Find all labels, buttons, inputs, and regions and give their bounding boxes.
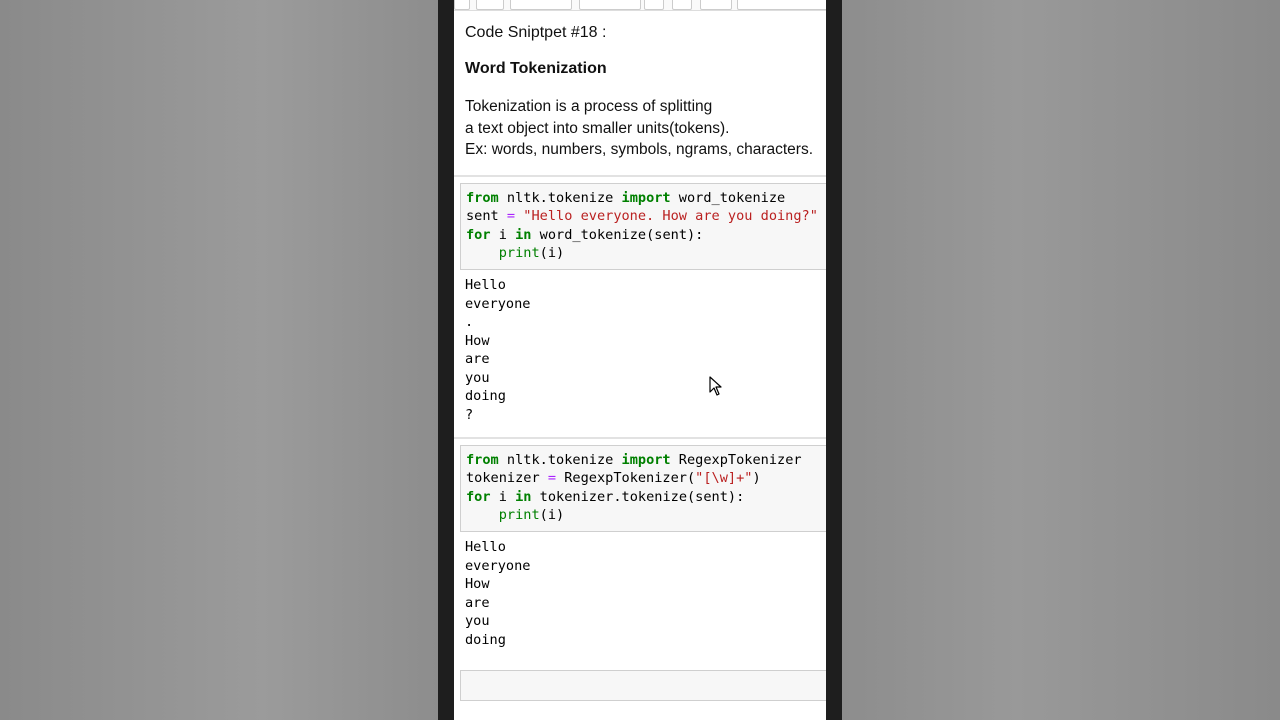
cut-button[interactable] — [476, 0, 504, 10]
cell-1-output: Hello everyone . How are you doing ? — [465, 276, 530, 424]
code-token: RegexpTokenizer( — [556, 470, 696, 487]
output-line: doing — [465, 388, 506, 404]
code-token: "Hello everyone. How are you doing?" — [515, 208, 818, 225]
code-token: for — [466, 488, 491, 505]
code-token: in — [515, 488, 532, 505]
code-token: = — [506, 208, 516, 225]
output-line: How — [465, 576, 490, 592]
paragraph-line: a text object into smaller units(tokens)… — [465, 119, 730, 137]
code-token: from — [466, 190, 499, 206]
code-token: ) — [752, 470, 761, 487]
snippet-label: Code Sniptpet #18 : — [465, 24, 607, 41]
code-token: sent — [466, 208, 507, 225]
code-token: word_tokenize — [670, 190, 786, 206]
markdown-title: Word Tokenization — [465, 60, 607, 77]
output-line: are — [465, 351, 490, 367]
paragraph-line: Ex: words, numbers, symbols, ngrams, cha… — [465, 141, 814, 158]
notebook-toolbar — [454, 0, 826, 11]
cell-divider — [454, 437, 826, 439]
restart-button[interactable] — [672, 0, 692, 10]
empty-code-cell[interactable] — [460, 670, 826, 701]
stop-button[interactable] — [644, 0, 664, 10]
notebook-screen: Code Sniptpet #18 : Word Tokenization To… — [454, 0, 826, 720]
output-line: . — [465, 314, 474, 330]
code-token: print — [498, 244, 540, 261]
output-line: Hello — [465, 277, 506, 293]
paragraph-line: Tokenization is a process of splitting — [465, 98, 713, 115]
output-line: are — [465, 594, 490, 611]
blurred-background-right — [842, 0, 1280, 720]
code-token: print — [498, 506, 540, 523]
output-line: everyone — [465, 295, 531, 312]
code-token: nltk.tokenize — [498, 452, 622, 468]
code-cell-1[interactable]: from nltk.tokenize import word_tokenize … — [460, 183, 826, 270]
output-line: How — [465, 332, 490, 349]
code-token: (i) — [539, 244, 565, 261]
restart-run-button[interactable] — [700, 0, 732, 10]
output-line: you — [465, 613, 490, 629]
output-line: Hello — [465, 539, 506, 555]
code-token: nltk.tokenize — [498, 190, 622, 206]
code-token: tokenizer.tokenize(sent): — [531, 488, 745, 505]
code-token: for — [466, 226, 491, 243]
mouse-cursor-icon — [709, 376, 722, 396]
output-line: you — [465, 369, 490, 386]
code-token: i — [490, 488, 516, 505]
code-token: import — [621, 452, 671, 468]
code-cell-2[interactable]: from nltk.tokenize import RegexpTokenize… — [460, 445, 826, 532]
code-token: "[\w]+" — [695, 470, 753, 487]
cell-2-output: Hello everyone How are you doing — [465, 538, 530, 649]
code-token: in — [515, 226, 532, 243]
blurred-background-left — [0, 0, 438, 720]
markdown-paragraph: Tokenization is a process of splitting a… — [465, 96, 813, 161]
cell-type-select[interactable] — [737, 0, 826, 10]
code-token: tokenizer — [466, 470, 548, 487]
cell-divider — [454, 175, 826, 177]
code-token: i — [490, 226, 516, 243]
output-line: everyone — [465, 557, 531, 574]
move-buttons[interactable] — [510, 0, 572, 10]
code-token: = — [547, 470, 557, 487]
code-editor[interactable]: from nltk.tokenize import word_tokenize … — [466, 189, 818, 262]
save-button[interactable] — [454, 0, 470, 10]
code-token: (i) — [539, 506, 565, 523]
output-line: doing — [465, 631, 506, 648]
run-button[interactable] — [579, 0, 641, 10]
output-line: ? — [465, 406, 474, 423]
code-token: from — [466, 452, 499, 468]
code-token: word_tokenize(sent): — [531, 226, 704, 243]
code-editor[interactable]: from nltk.tokenize import RegexpTokenize… — [466, 451, 802, 524]
code-token: import — [621, 190, 671, 206]
code-token: RegexpTokenizer — [670, 452, 802, 468]
